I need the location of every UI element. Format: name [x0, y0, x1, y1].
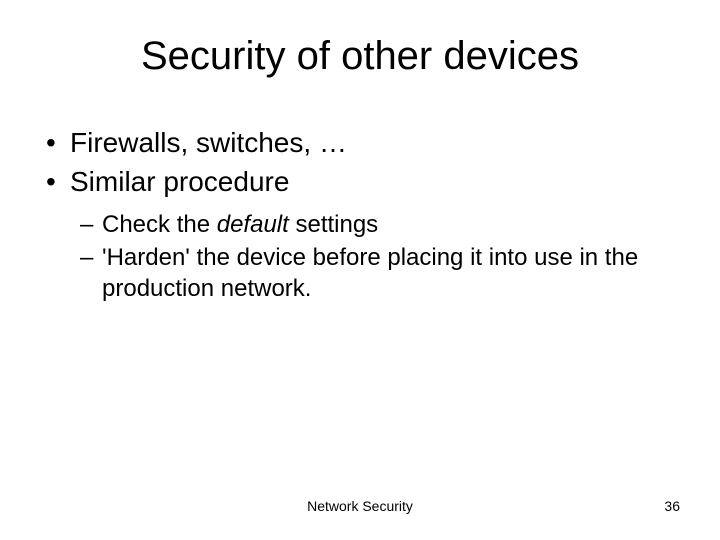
sub-bullet-text-em: default [217, 211, 289, 238]
sub-bullet-item: 'Harden' the device before placing it in… [80, 242, 684, 304]
sub-bullet-item: Check the default settings [80, 209, 684, 240]
bullet-text: Similar procedure [70, 166, 289, 197]
footer-label: Network Security [0, 498, 720, 514]
slide-title: Security of other devices [36, 34, 684, 79]
bullet-text: Firewalls, switches, … [70, 127, 347, 158]
slide: Security of other devices Firewalls, swi… [0, 0, 720, 540]
sub-bullet-text-post: settings [289, 211, 378, 238]
sub-bullet-text-pre: Check the [102, 211, 217, 238]
sub-bullet-list: Check the default settings 'Harden' the … [80, 209, 684, 305]
bullet-item: Similar procedure Check the default sett… [42, 164, 684, 305]
sub-bullet-text: 'Harden' the device before placing it in… [102, 244, 638, 302]
bullet-item: Firewalls, switches, … [42, 125, 684, 160]
bullet-list: Firewalls, switches, … Similar procedure… [42, 125, 684, 305]
page-number: 36 [664, 498, 680, 514]
